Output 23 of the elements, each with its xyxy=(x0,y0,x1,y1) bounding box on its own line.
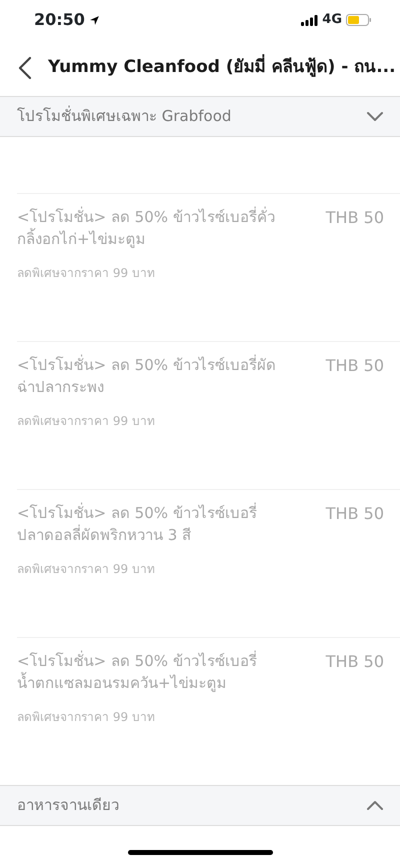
item-note: ลดพิเศษจากราคา 99 บาท xyxy=(17,561,156,578)
back-button[interactable] xyxy=(18,56,32,80)
section-title: โปรโมชั่นพิเศษเฉพาะ Grabfood xyxy=(17,105,232,128)
item-name: <โปรโมชั่น> ลด 50% ข้าวไรซ์เบอรี่ผัดฉ่าปลากระพง xyxy=(17,354,277,398)
section-header[interactable]: อาหารจานเดียว xyxy=(0,785,400,826)
item-note: ลดพิเศษจากราคา 99 บาท xyxy=(17,709,156,726)
item-name: <โปรโมชั่น> ลด 50% ข้าวไรซ์เบอรี่น้ำตกแซลมอนรมควัน+ไข่มะตูม xyxy=(17,650,258,694)
location-arrow-icon xyxy=(88,14,100,26)
signal-icon xyxy=(301,14,318,26)
section-title: อาหารจานเดียว xyxy=(17,795,119,816)
network-label: 4G xyxy=(322,11,342,30)
status-time: 20:50 xyxy=(34,9,85,31)
item-price: THB 50 xyxy=(326,651,384,673)
item-price: THB 50 xyxy=(326,207,384,229)
item-note: ลดพิเศษจากราคา 99 บาท xyxy=(17,413,156,430)
item-price: THB 50 xyxy=(326,503,384,525)
item-note: ลดพิเศษจากราคา 99 บาท xyxy=(17,265,156,282)
page-title: Yummy Cleanfood (ยัมมี่ คลีนฟู้ด) - ถน... xyxy=(48,55,396,81)
item-name: <โปรโมชั่น> ลด 50% ข้าวไรซ์เบอรี่คั่วกลิ้งอกไก่+ไข่มะตูม xyxy=(17,206,276,250)
battery-icon xyxy=(346,14,372,26)
item-name: <โปรโมชั่น> ลด 50% ข้าวไรซ์เบอรี่ปลาดอลลี่ผัดพริกหวาน 3 สี xyxy=(17,502,258,546)
item-price: THB 50 xyxy=(326,355,384,377)
section-header[interactable]: โปรโมชั่นพิเศษเฉพาะ Grabfood xyxy=(0,96,400,137)
